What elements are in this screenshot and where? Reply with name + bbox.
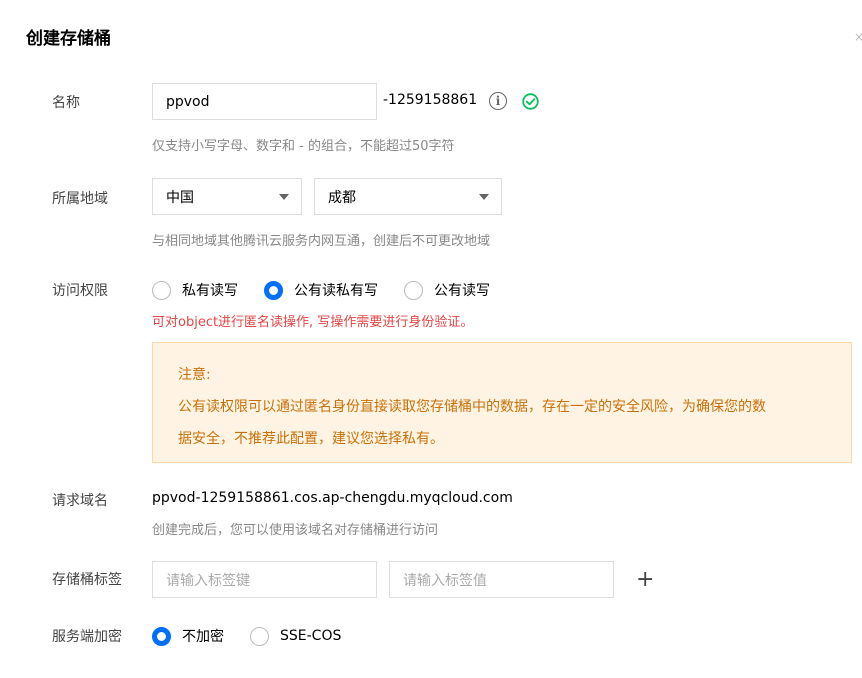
region-country-value: 中国 <box>166 189 194 206</box>
radio-label-sse-cos[interactable]: SSE-COS <box>280 628 341 644</box>
region-city-select[interactable]: 成都 <box>314 178 502 215</box>
radio-no-encryption[interactable] <box>152 626 171 646</box>
radio-label-public-read-private-write[interactable]: 公有读私有写 <box>294 280 378 300</box>
security-notice: 注意: 公有读权限可以通过匿名身份直接读取您存储桶中的数据，存在一定的安全风险，… <box>152 342 852 463</box>
notice-line-2: 据安全，不推荐此配置，建议您选择私有。 <box>178 431 444 447</box>
radio-label-public-rw[interactable]: 公有读写 <box>434 280 490 300</box>
radio-public-read-private-write[interactable] <box>264 280 283 300</box>
tag-value-input[interactable]: 请输入标签值 <box>389 561 614 598</box>
domain-label: 请求域名 <box>52 493 108 509</box>
bucket-name-input[interactable]: ppvod <box>152 83 377 120</box>
name-help-text: 仅支持小写字母、数字和 - 的组合，不能超过50字符 <box>152 139 455 154</box>
radio-label-private-rw[interactable]: 私有读写 <box>182 280 238 300</box>
name-label: 名称 <box>52 95 80 111</box>
radio-public-rw[interactable] <box>404 280 423 300</box>
notice-line-1: 公有读权限可以通过匿名身份直接读取您存储桶中的数据，存在一定的安全风险，为确保您… <box>178 399 766 415</box>
notice-title: 注意: <box>178 367 211 383</box>
radio-label-no-encryption[interactable]: 不加密 <box>182 626 224 646</box>
radio-sse-cos[interactable] <box>250 626 269 646</box>
dialog-title: 创建存储桶 <box>26 29 111 49</box>
appid-suffix: -1259158861 <box>383 92 478 108</box>
access-label: 访问权限 <box>52 283 108 299</box>
region-help-text: 与相同地域其他腾讯云服务内网互通，创建后不可更改地域 <box>152 234 491 249</box>
chevron-down-icon <box>279 194 289 200</box>
region-country-select[interactable]: 中国 <box>152 178 302 215</box>
domain-help-text: 创建完成后，您可以使用该域名对存储桶进行访问 <box>152 523 439 538</box>
tags-label: 存储桶标签 <box>52 572 122 588</box>
check-circle-icon <box>522 93 539 110</box>
domain-value: ppvod-1259158861.cos.ap-chengdu.myqcloud… <box>152 490 513 506</box>
encryption-radio-group: 不加密 SSE-COS <box>152 625 367 647</box>
bucket-name-value: ppvod <box>166 93 210 110</box>
chevron-down-icon <box>479 194 489 200</box>
close-icon[interactable]: × <box>854 30 862 44</box>
tag-key-placeholder: 请输入标签键 <box>166 572 250 589</box>
access-radio-group: 私有读写 公有读私有写 公有读写 <box>152 279 516 301</box>
radio-private-rw[interactable] <box>152 280 171 300</box>
region-label: 所属地域 <box>52 191 108 207</box>
tag-key-input[interactable]: 请输入标签键 <box>152 561 377 598</box>
info-icon[interactable]: i <box>489 92 507 110</box>
add-tag-icon[interactable]: + <box>636 569 654 591</box>
access-warning-text: 可对object进行匿名读操作, 写操作需要进行身份验证。 <box>152 315 474 330</box>
tag-value-placeholder: 请输入标签值 <box>403 572 487 589</box>
encryption-label: 服务端加密 <box>52 629 122 645</box>
region-city-value: 成都 <box>328 189 356 206</box>
